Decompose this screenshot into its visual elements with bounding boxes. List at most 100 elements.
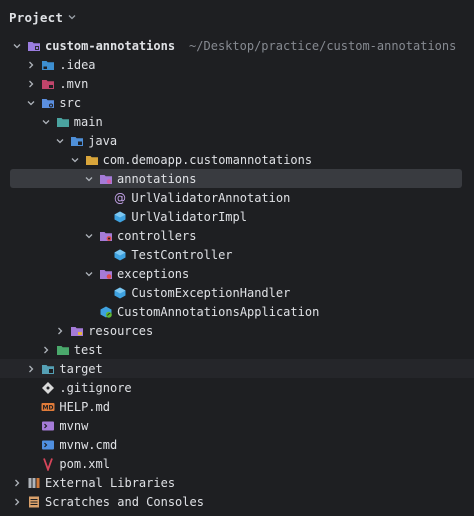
- tree-row[interactable]: UrlValidatorImpl: [0, 207, 474, 226]
- project-tree[interactable]: custom-annotations ~/Desktop/practice/cus…: [0, 36, 474, 511]
- tree-row[interactable]: custom-annotations ~/Desktop/practice/cus…: [0, 36, 474, 55]
- chevron-down-icon[interactable]: [24, 93, 38, 112]
- folder-icon: [56, 115, 70, 129]
- tree-row[interactable]: .gitignore: [0, 378, 474, 397]
- tree-item-label: CustomAnnotationsApplication: [117, 304, 320, 319]
- java-class-icon: [113, 248, 127, 262]
- tree-item-label: com.demoapp.customannotations: [102, 152, 313, 167]
- tree-row[interactable]: mvnw.cmd: [0, 435, 474, 454]
- package-icon: [85, 153, 99, 167]
- chevron-down-icon[interactable]: [68, 150, 82, 169]
- chevron-down-icon[interactable]: [82, 264, 96, 283]
- tree-item-label: External Libraries: [45, 475, 176, 490]
- tree-row[interactable]: CustomAnnotationsApplication: [0, 302, 474, 321]
- annotations-package-icon: [99, 172, 113, 186]
- chevron-right-icon[interactable]: [10, 473, 24, 492]
- mvn-folder-icon: [41, 77, 55, 91]
- test-folder-icon: [56, 343, 70, 357]
- annotation-type-icon: @: [113, 191, 127, 205]
- tree-item-label: TestController: [131, 247, 233, 262]
- chevron-right-icon[interactable]: [53, 321, 67, 340]
- tree-row[interactable]: pom.xml: [0, 454, 474, 473]
- tree-item-label: CustomExceptionHandler: [131, 285, 291, 300]
- tree-row[interactable]: target: [0, 359, 474, 378]
- tree-row[interactable]: Scratches and Consoles: [0, 492, 474, 511]
- maven-pom-icon: [41, 457, 55, 471]
- java-class-icon: [113, 286, 127, 300]
- tree-row[interactable]: com.demoapp.customannotations: [0, 150, 474, 169]
- spring-app-icon: [99, 305, 113, 319]
- tree-row[interactable]: controllers: [0, 226, 474, 245]
- svg-text:@: @: [114, 191, 126, 205]
- tree-row[interactable]: TestController: [0, 245, 474, 264]
- java-class-icon: [113, 210, 127, 224]
- tree-row[interactable]: java: [0, 131, 474, 150]
- controllers-package-icon: [99, 229, 113, 243]
- tree-item-label: UrlValidatorImpl: [131, 209, 247, 224]
- tree-item-label: controllers: [117, 228, 197, 243]
- tree-item-label: main: [73, 114, 103, 129]
- chevron-right-icon[interactable]: [24, 359, 38, 378]
- tree-row[interactable]: resources: [0, 321, 474, 340]
- tree-item-label: mvnw: [59, 418, 89, 433]
- tree-row[interactable]: annotations: [0, 169, 474, 188]
- chevron-right-icon[interactable]: [39, 340, 53, 359]
- chevron-down-icon[interactable]: [82, 226, 96, 245]
- svg-text:MD: MD: [43, 404, 54, 411]
- source-folder-icon: [41, 96, 55, 110]
- tree-item-label: custom-annotations: [45, 38, 176, 53]
- tree-row[interactable]: @ UrlValidatorAnnotation: [0, 188, 474, 207]
- gitignore-icon: [41, 381, 55, 395]
- tree-row[interactable]: CustomExceptionHandler: [0, 283, 474, 302]
- tree-item-label: pom.xml: [59, 456, 110, 471]
- tree-row[interactable]: .idea: [0, 55, 474, 74]
- tree-item-label: src: [59, 95, 82, 110]
- target-folder-icon: [41, 362, 55, 376]
- tree-item-label: .idea: [59, 57, 96, 72]
- tree-item-label: target: [59, 361, 103, 376]
- chevron-down-icon[interactable]: [82, 169, 96, 188]
- tree-row[interactable]: mvnw: [0, 416, 474, 435]
- tree-item-label: .gitignore: [59, 380, 132, 395]
- shell-script-icon: [41, 419, 55, 433]
- tree-row[interactable]: MD HELP.md: [0, 397, 474, 416]
- chevron-down-icon[interactable]: [10, 36, 24, 55]
- chevron-down-icon[interactable]: [39, 112, 53, 131]
- tree-row[interactable]: .mvn: [0, 74, 474, 93]
- module-folder-icon: [27, 39, 41, 53]
- tree-item-label: Scratches and Consoles: [45, 494, 204, 509]
- scratches-icon: [27, 495, 41, 509]
- tree-item-label: HELP.md: [59, 399, 110, 414]
- tree-item-label: resources: [88, 323, 154, 338]
- cmd-script-icon: [41, 438, 55, 452]
- tree-item-label: .mvn: [59, 76, 89, 91]
- chevron-right-icon[interactable]: [24, 74, 38, 93]
- chevron-right-icon[interactable]: [24, 55, 38, 74]
- project-view-selector[interactable]: Project: [9, 7, 77, 27]
- chevron-right-icon[interactable]: [10, 492, 24, 511]
- tree-item-label: UrlValidatorAnnotation: [131, 190, 291, 205]
- markdown-icon: MD: [41, 400, 55, 414]
- project-path: ~/Desktop/practice/custom-annotations: [189, 38, 457, 53]
- tree-row[interactable]: exceptions: [0, 264, 474, 283]
- chevron-down-icon[interactable]: [53, 131, 67, 150]
- tree-item-label: mvnw.cmd: [59, 437, 118, 452]
- tree-item-label: test: [73, 342, 103, 357]
- tree-row[interactable]: src: [0, 93, 474, 112]
- chevron-down-icon: [67, 12, 77, 22]
- tree-row[interactable]: External Libraries: [0, 473, 474, 492]
- tree-item-label: annotations: [117, 171, 197, 186]
- tree-item-label: java: [88, 133, 118, 148]
- tree-row[interactable]: main: [0, 112, 474, 131]
- tree-row[interactable]: test: [0, 340, 474, 359]
